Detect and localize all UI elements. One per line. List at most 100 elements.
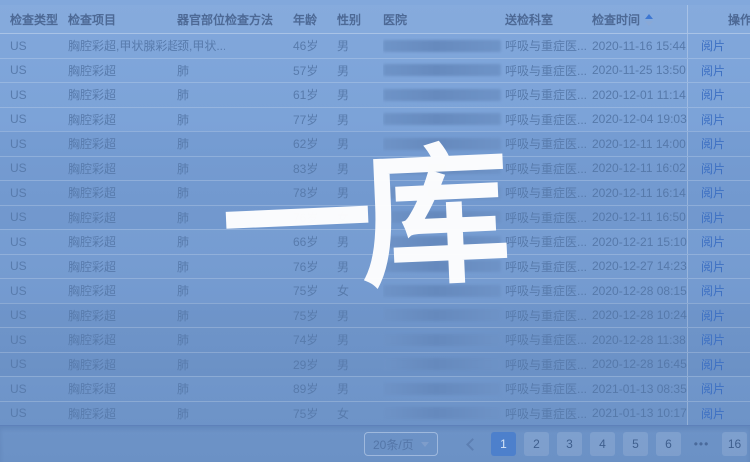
cell-method (225, 157, 293, 181)
view-images-link[interactable]: 阅片 (701, 282, 725, 299)
cell-hospital (383, 34, 505, 58)
page-button-1[interactable]: 1 (491, 432, 516, 456)
cell-organ: 肺 (177, 230, 225, 254)
cell-hospital (383, 181, 505, 205)
cell-method (225, 377, 293, 401)
cell-department: 呼吸与重症医... (505, 377, 592, 401)
cell-gender: 男 (337, 132, 383, 156)
cell-exam-time: 2020-12-28 16:45:18 (592, 353, 687, 377)
sort-desc-icon[interactable] (645, 21, 653, 26)
cell-action: 阅片 (687, 59, 750, 83)
more-pages-button[interactable]: ••• (689, 432, 714, 456)
cell-action: 阅片 (687, 402, 750, 426)
exam-time-label: 检查时间 (592, 13, 640, 27)
prev-page-button[interactable] (458, 432, 483, 456)
page-button-2[interactable]: 2 (524, 432, 549, 456)
cell-exam-item: 胸腔彩超,甲状腺彩超 (68, 34, 177, 58)
cell-department: 呼吸与重症医... (505, 279, 592, 303)
view-images-link[interactable]: 阅片 (701, 160, 725, 177)
view-images-link[interactable]: 阅片 (701, 37, 725, 54)
cell-exam-item: 胸腔彩超 (68, 181, 177, 205)
cell-gender: 男 (337, 328, 383, 352)
cell-gender: 男 (337, 230, 383, 254)
redacted-hospital-blur (383, 358, 501, 370)
cell-method (225, 59, 293, 83)
cell-hospital (383, 157, 505, 181)
cell-age: 29岁 (293, 353, 337, 377)
cell-exam-type: US (10, 304, 68, 328)
cell-method (225, 353, 293, 377)
col-header-exam-time[interactable]: 检查时间 (592, 11, 687, 28)
cell-organ: 肺 (177, 402, 225, 426)
cell-department: 呼吸与重症医... (505, 108, 592, 132)
cell-gender: 男 (337, 304, 383, 328)
table-row: US胸腔彩超肺62岁男呼吸与重症医...2020-12-11 14:00:14阅… (0, 131, 750, 156)
cell-organ: 肺 (177, 206, 225, 230)
cell-exam-type: US (10, 34, 68, 58)
view-images-link[interactable]: 阅片 (701, 380, 725, 397)
view-images-link[interactable]: 阅片 (701, 405, 725, 422)
view-images-link[interactable]: 阅片 (701, 135, 725, 152)
cell-age: 75岁 (293, 304, 337, 328)
table-row: US胸腔彩超肺75岁男呼吸与重症医...2020-12-28 10:24:30阅… (0, 303, 750, 328)
cell-organ: 肺 (177, 83, 225, 107)
cell-age: 83岁 (293, 157, 337, 181)
cell-exam-time: 2020-11-16 15:44:49 (592, 34, 687, 58)
cell-exam-type: US (10, 157, 68, 181)
view-images-link[interactable]: 阅片 (701, 184, 725, 201)
view-images-link[interactable]: 阅片 (701, 307, 725, 324)
cell-exam-time: 2020-12-11 16:14:49 (592, 181, 687, 205)
view-images-link[interactable]: 阅片 (701, 62, 725, 79)
cell-action: 阅片 (687, 83, 750, 107)
cell-gender: 男 (337, 353, 383, 377)
page-size-select[interactable]: 20条/页 (364, 432, 438, 456)
page-size-value: 20条/页 (373, 436, 414, 453)
pagination-bar: 20条/页 123456 ••• 16 (0, 425, 750, 462)
redacted-hospital-blur (383, 383, 501, 395)
cell-action: 阅片 (687, 353, 750, 377)
cell-age: 76岁 (293, 206, 337, 230)
cell-age: 75岁 (293, 279, 337, 303)
chevron-down-icon (421, 442, 429, 447)
page-button-5[interactable]: 5 (623, 432, 648, 456)
table-row: US胸腔彩超肺76岁女呼吸与重症医...2020-12-11 16:50:25阅… (0, 205, 750, 230)
cell-exam-time: 2020-12-11 14:00:14 (592, 132, 687, 156)
cell-method (225, 206, 293, 230)
sort-asc-icon[interactable] (645, 14, 653, 19)
view-images-link[interactable]: 阅片 (701, 111, 725, 128)
cell-organ: 肺 (177, 353, 225, 377)
view-images-link[interactable]: 阅片 (701, 258, 725, 275)
cell-exam-time: 2020-12-04 19:03:24 (592, 108, 687, 132)
cell-exam-time: 2020-12-01 11:14:21 (592, 83, 687, 107)
sort-icon[interactable] (645, 14, 653, 26)
view-images-link[interactable]: 阅片 (701, 209, 725, 226)
cell-exam-item: 胸腔彩超 (68, 353, 177, 377)
cell-department: 呼吸与重症医... (505, 34, 592, 58)
cell-hospital (383, 402, 505, 426)
cell-exam-time: 2020-12-11 16:02:05 (592, 157, 687, 181)
view-images-link[interactable]: 阅片 (701, 331, 725, 348)
cell-organ: 肺 (177, 108, 225, 132)
cell-department: 呼吸与重症医... (505, 230, 592, 254)
cell-age: 77岁 (293, 108, 337, 132)
cell-department: 呼吸与重症医... (505, 328, 592, 352)
cell-exam-item: 胸腔彩超 (68, 328, 177, 352)
cell-exam-type: US (10, 132, 68, 156)
cell-exam-type: US (10, 59, 68, 83)
view-images-link[interactable]: 阅片 (701, 356, 725, 373)
cell-gender: 男 (337, 83, 383, 107)
cell-action: 阅片 (687, 230, 750, 254)
view-images-link[interactable]: 阅片 (701, 233, 725, 250)
redacted-hospital-blur (383, 309, 501, 321)
col-header-action: 操作 (687, 5, 750, 33)
redacted-hospital-blur (383, 211, 501, 223)
cell-method (225, 279, 293, 303)
page-button-6[interactable]: 6 (656, 432, 681, 456)
cell-age: 74岁 (293, 328, 337, 352)
page-button-3[interactable]: 3 (557, 432, 582, 456)
view-images-link[interactable]: 阅片 (701, 86, 725, 103)
page-button-16[interactable]: 16 (722, 432, 747, 456)
col-header-hospital: 医院 (383, 11, 505, 28)
page-button-4[interactable]: 4 (590, 432, 615, 456)
redacted-hospital-blur (383, 89, 501, 101)
